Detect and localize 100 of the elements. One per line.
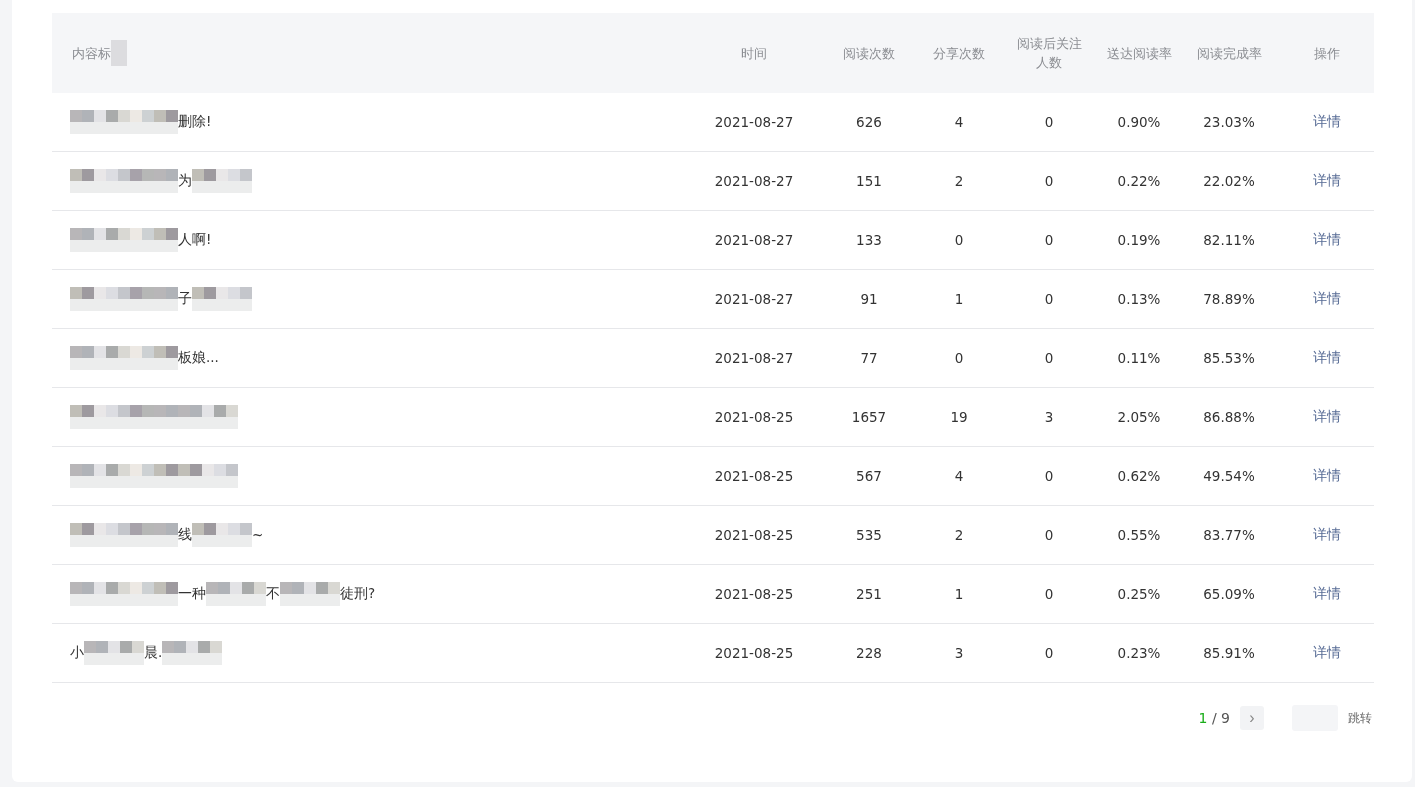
table-cell: 91 (860, 291, 878, 307)
table-cell: 0 (1044, 468, 1054, 484)
title-text: 一种 (178, 585, 206, 603)
pixelated-text-drawing (192, 287, 252, 311)
next-page-button[interactable]: › (1240, 706, 1264, 730)
column-header: 分享次数 (933, 44, 985, 63)
pixelated-text-drawing (206, 582, 266, 606)
table-cell: 85.91% (1203, 645, 1255, 661)
title-text: 不 (266, 585, 280, 603)
title-text: 晨. (144, 644, 163, 662)
table-cell: 4 (954, 468, 964, 484)
table-cell: 0 (1044, 291, 1054, 307)
table-cell: 78.89% (1203, 291, 1255, 307)
table-cell: 2021-08-27 (714, 350, 794, 366)
table-cell: 77 (860, 350, 878, 366)
details-link[interactable]: 详情 (1313, 585, 1341, 603)
table-cell: 3 (954, 645, 964, 661)
table-cell: 1 (954, 586, 964, 602)
title-text: 线 (178, 526, 192, 544)
table-cell: 2021-08-27 (714, 173, 794, 189)
table-cell: 2021-08-25 (714, 645, 794, 661)
table-cell: 2021-08-27 (714, 232, 794, 248)
table-cell: 0 (1044, 586, 1054, 602)
table-cell: 0 (954, 232, 964, 248)
table-cell: 1657 (851, 409, 887, 425)
table-cell: 0.13% (1117, 291, 1161, 307)
table-cell: 2 (954, 527, 964, 543)
table-cell: 0 (1044, 527, 1054, 543)
table-cell: 0.19% (1117, 232, 1161, 248)
table-cell: 0.25% (1117, 586, 1161, 602)
pixelated-text-drawing (192, 169, 252, 193)
table-cell: 2021-08-25 (714, 409, 794, 425)
table-cell: 0 (954, 350, 964, 366)
details-link[interactable]: 详情 (1313, 408, 1341, 426)
table-cell: 0.11% (1117, 350, 1161, 366)
table-cell: 251 (856, 586, 882, 602)
table-cell: 567 (856, 468, 882, 484)
table-cell: 228 (856, 645, 882, 661)
table-cell: 0 (1044, 645, 1054, 661)
jump-link[interactable]: 跳转 (1348, 709, 1372, 727)
table-cell: 86.88% (1203, 409, 1255, 425)
details-link[interactable]: 详情 (1313, 467, 1341, 485)
details-link[interactable]: 详情 (1313, 172, 1341, 190)
pixelated-text-drawing (111, 40, 127, 66)
page-indicator: 1 / 9 (1198, 710, 1230, 726)
column-header: 操作 (1314, 44, 1340, 63)
table-cell: 133 (856, 232, 882, 248)
title-text: 为 (178, 172, 192, 190)
details-link[interactable]: 详情 (1313, 113, 1341, 131)
table-cell: 0.22% (1117, 173, 1161, 189)
details-link[interactable]: 详情 (1313, 526, 1341, 544)
pixelated-text-drawing (84, 641, 144, 665)
details-link[interactable]: 详情 (1313, 290, 1341, 308)
title-text: 徒刑? (340, 585, 376, 603)
column-header: 送达阅读率 (1106, 44, 1172, 63)
table-cell: 0.23% (1117, 645, 1161, 661)
table-cell: 2021-08-25 (714, 586, 794, 602)
table-cell: 22.02% (1203, 173, 1255, 189)
table-cell: 0.90% (1117, 114, 1161, 130)
table-cell: 0.62% (1117, 468, 1161, 484)
column-header: 阅读完成率 (1196, 44, 1262, 63)
table-cell: 0 (1044, 350, 1054, 366)
table-cell: 2021-08-25 (714, 468, 794, 484)
table-cell: 83.77% (1203, 527, 1255, 543)
table-cell: 65.09% (1203, 586, 1255, 602)
pixelated-text-drawing (192, 523, 252, 547)
column-header: 阅读次数 (843, 44, 895, 63)
title-text: 小 (70, 644, 84, 662)
table-cell: 85.53% (1203, 350, 1255, 366)
details-link[interactable]: 详情 (1313, 231, 1341, 249)
table-cell: 23.03% (1203, 114, 1255, 130)
table-cell: 0 (1044, 232, 1054, 248)
title-text: 人啊! (178, 231, 212, 249)
table-cell: 2021-08-27 (714, 291, 794, 307)
details-link[interactable]: 详情 (1313, 644, 1341, 662)
table-cell: 49.54% (1203, 468, 1255, 484)
pixelated-text-drawing (162, 641, 223, 665)
table-cell: 2 (954, 173, 964, 189)
column-header: 内容标 (72, 44, 111, 63)
table-cell: 1 (954, 291, 964, 307)
pixelated-text-drawing (280, 582, 340, 606)
table-cell: 0.55% (1117, 527, 1161, 543)
table-cell: 0 (1044, 173, 1054, 189)
table-cell: 0 (1044, 114, 1054, 130)
table-cell: 2021-08-27 (714, 114, 794, 130)
table-cell: 3 (1044, 409, 1054, 425)
table-cell: 535 (856, 527, 882, 543)
details-link[interactable]: 详情 (1313, 349, 1341, 367)
table-cell: 626 (856, 114, 882, 130)
table-cell: 2021-08-25 (714, 527, 794, 543)
title-text: ~ (252, 527, 264, 543)
table-cell: 151 (856, 173, 882, 189)
table-cell: 19 (950, 409, 968, 425)
title-text: 删除! (178, 113, 212, 131)
column-header: 时间 (741, 44, 767, 63)
table-cell: 2.05% (1117, 409, 1161, 425)
title-text: 子 (178, 290, 192, 308)
table-cell: 4 (954, 114, 964, 130)
title-text: 板娘... (178, 349, 219, 367)
column-header: 阅读后关注人数 (1015, 35, 1083, 72)
